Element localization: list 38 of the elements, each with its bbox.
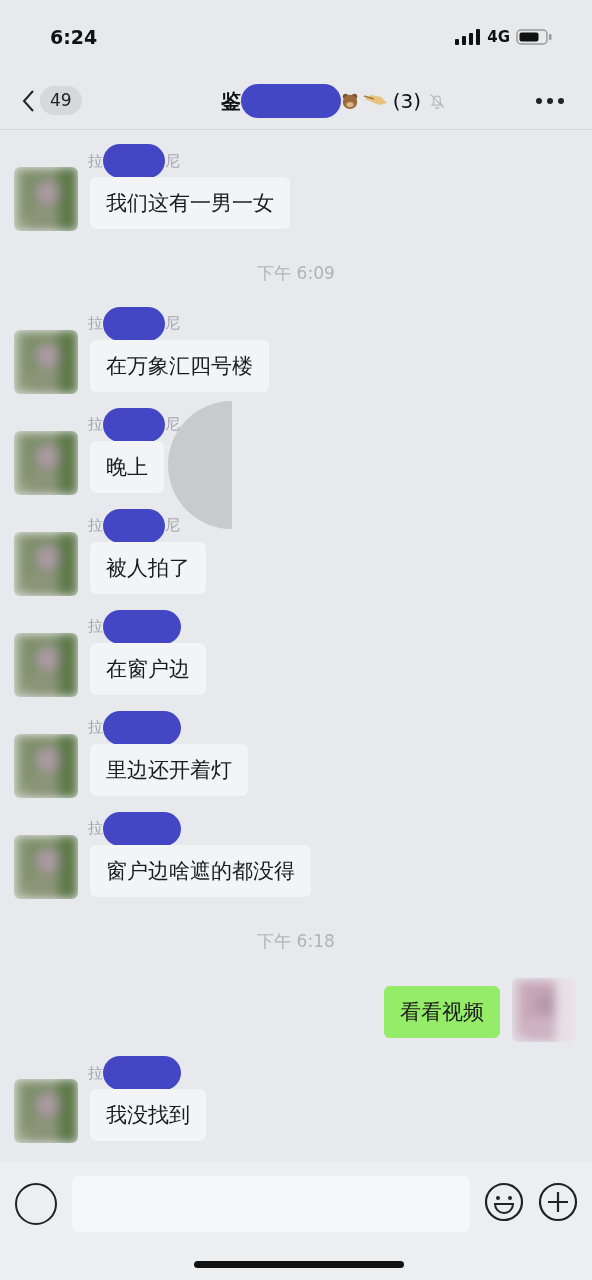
sender-name: 尼 xyxy=(165,515,180,537)
sender-name: 拉 xyxy=(88,1062,103,1084)
network-label: 4G xyxy=(487,26,510,48)
message-bubble: 在窗户边 xyxy=(90,642,206,695)
redaction-mark xyxy=(103,407,165,442)
back-icon xyxy=(22,88,34,113)
add-icon[interactable] xyxy=(538,1182,578,1222)
sender-name: 尼 xyxy=(165,313,180,335)
sender-name: 拉 xyxy=(88,616,103,638)
back-button[interactable]: 49 xyxy=(22,85,82,116)
sender-name: 拉 xyxy=(88,818,103,840)
emoji-icon[interactable] xyxy=(484,1182,524,1222)
message-bubble: 我们这有一男一女 xyxy=(90,177,290,229)
sender-name: 尼 xyxy=(165,150,180,172)
sender-name: 拉 xyxy=(88,717,103,739)
message-bubble: 在万象汇四号楼 xyxy=(90,339,269,392)
chat-title: 鉴 xyxy=(220,87,241,115)
message-bubble: 晚上 xyxy=(90,440,164,493)
status-time: 6:24 xyxy=(50,24,98,50)
message-bubble: 里边还开着灯 xyxy=(90,743,248,796)
more-icon xyxy=(536,97,564,104)
signal-icon xyxy=(455,29,482,45)
message-bubble: 看看视频 xyxy=(384,986,500,1038)
sender-name: 拉 xyxy=(88,150,103,172)
message-bubble: 窗户边啥遮的都没得 xyxy=(90,844,311,897)
redaction-mark xyxy=(103,144,165,178)
unread-count-badge: 49 xyxy=(40,85,82,116)
sender-name: 拉 xyxy=(88,515,103,537)
sender-name: 拉 xyxy=(88,313,103,335)
redaction-mark xyxy=(103,508,165,543)
battery-icon xyxy=(516,29,552,45)
member-count: (3) xyxy=(392,87,421,115)
message-bubble: 我没找到 xyxy=(90,1089,206,1141)
sender-name: 拉 xyxy=(88,414,103,436)
message-bubble: 被人拍了 xyxy=(90,541,206,594)
redaction-mark xyxy=(103,306,165,341)
sender-name: 尼 xyxy=(165,414,180,436)
bear-icon xyxy=(340,91,359,110)
